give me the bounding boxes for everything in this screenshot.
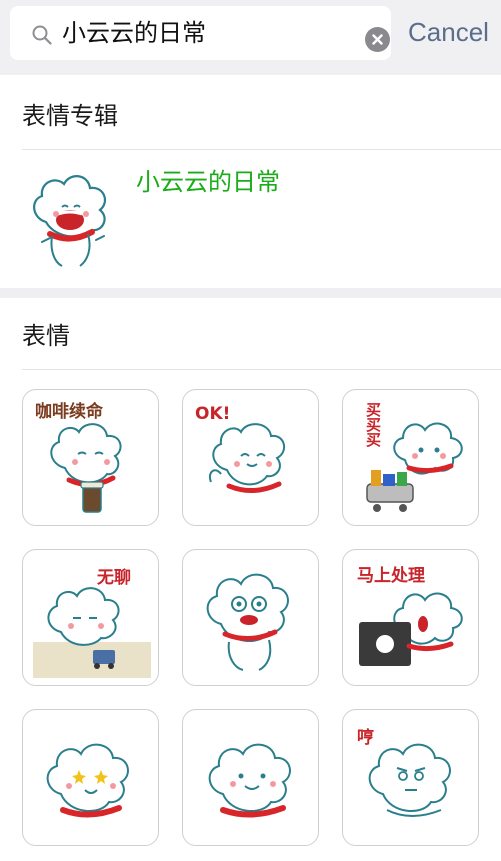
search-input[interactable]: 小云云的日常 [10, 6, 391, 60]
section-separator [0, 288, 501, 298]
sticker-ok[interactable]: OK! [182, 389, 319, 526]
clear-search-button[interactable] [365, 27, 390, 52]
sticker-bored[interactable]: 无聊 [22, 549, 159, 686]
divider [22, 149, 501, 150]
album-name[interactable]: 小云云的日常 [136, 167, 280, 197]
sticker-shocked[interactable] [182, 549, 319, 686]
sticker-caption: 哼 [357, 728, 374, 748]
sticker-section-title: 表情 [22, 322, 70, 350]
close-icon [372, 34, 383, 45]
cloud-mascot-starry-image [46, 743, 129, 818]
sticker-smile[interactable] [182, 709, 319, 846]
cloud-mascot-shocked-image [206, 573, 289, 671]
album-section-title: 表情专辑 [22, 102, 118, 130]
sticker-caption: 马上处理 [357, 566, 425, 586]
sticker-working[interactable]: 马上处理 [342, 549, 479, 686]
search-bar: 小云云的日常 Cancel [0, 0, 501, 75]
divider [22, 369, 501, 370]
sticker-hmph[interactable]: 哼 [342, 709, 479, 846]
sticker-caption: OK! [195, 404, 231, 424]
cloud-mascot-smile-image [208, 743, 291, 818]
search-query[interactable]: 小云云的日常 [62, 18, 206, 48]
sticker-starry-eyes[interactable] [22, 709, 159, 846]
search-icon [32, 25, 52, 45]
sticker-caption: 咖啡续命 [35, 402, 103, 422]
album-thumbnail [33, 175, 107, 267]
cancel-button[interactable]: Cancel [408, 16, 489, 48]
sticker-caption: 买买买 [364, 402, 382, 447]
cloud-mascot-bored-image [33, 587, 151, 678]
sticker-shopping[interactable]: 买买买 [342, 389, 479, 526]
sticker-caption: 无聊 [97, 568, 131, 588]
sticker-coffee[interactable]: 咖啡续命 [22, 389, 159, 526]
